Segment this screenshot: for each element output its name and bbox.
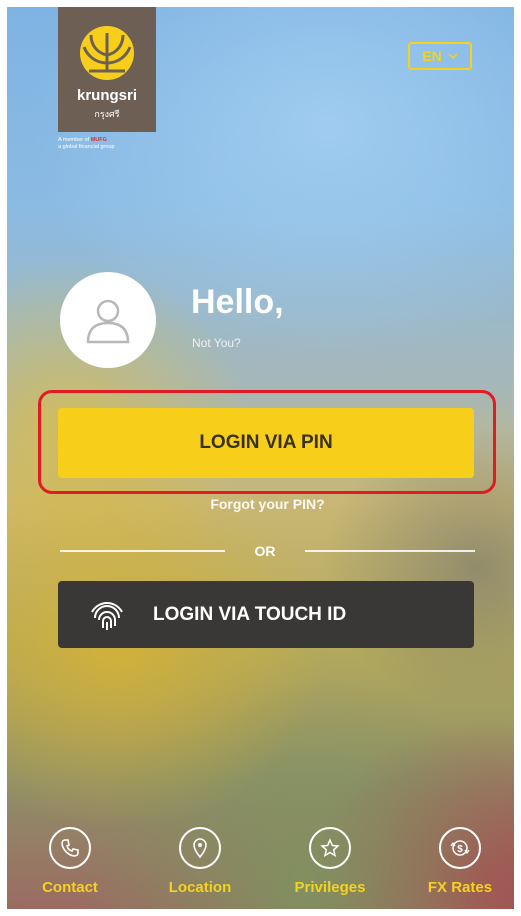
avatar — [60, 272, 156, 368]
nav-privileges[interactable]: Privileges — [275, 827, 385, 896]
nav-location[interactable]: Location — [145, 827, 255, 896]
divider-right — [305, 550, 475, 552]
login-screen: krungsri กรุงศรี A member of MUFG a glob… — [7, 7, 514, 909]
nav-privileges-label: Privileges — [294, 879, 366, 896]
krungsri-logo: krungsri กรุงศรี — [58, 7, 156, 132]
language-selector[interactable]: EN — [408, 42, 472, 70]
login-via-touch-id-button[interactable]: LOGIN VIA TOUCH ID — [58, 581, 474, 648]
greeting-text: Hello, — [191, 283, 284, 321]
nav-fx-rates-label: FX Rates — [427, 879, 493, 896]
nav-location-label: Location — [168, 879, 232, 896]
language-label: EN — [422, 48, 442, 64]
divider-left — [60, 550, 225, 552]
fingerprint-icon — [91, 602, 123, 630]
phone-icon — [49, 827, 91, 869]
svg-text:$: $ — [457, 844, 463, 855]
nav-fx-rates[interactable]: $ FX Rates — [405, 827, 514, 896]
tagline-suffix: a global financial group — [58, 144, 115, 150]
brand-name: krungsri — [76, 87, 137, 104]
brand-tagline: A member of MUFG a global financial grou… — [58, 137, 168, 151]
krungsri-emblem-icon — [80, 26, 134, 80]
nav-contact-label: Contact — [42, 879, 98, 896]
touch-id-label: LOGIN VIA TOUCH ID — [153, 604, 347, 625]
nav-contact[interactable]: Contact — [15, 827, 125, 896]
not-you-link[interactable]: Not You? — [192, 336, 241, 350]
tagline-prefix: A member of — [58, 137, 90, 143]
currency-exchange-icon: $ — [439, 827, 481, 869]
chevron-down-icon — [448, 53, 458, 60]
tagline-mufg: MUFG — [90, 137, 107, 143]
highlight-annotation — [38, 390, 496, 494]
star-icon — [309, 827, 351, 869]
location-pin-icon — [179, 827, 221, 869]
forgot-pin-link[interactable]: Forgot your PIN? — [7, 496, 514, 512]
user-icon — [86, 299, 130, 344]
brand-thai-name: กรุงศรี — [94, 109, 120, 119]
or-divider-label: OR — [254, 543, 276, 559]
